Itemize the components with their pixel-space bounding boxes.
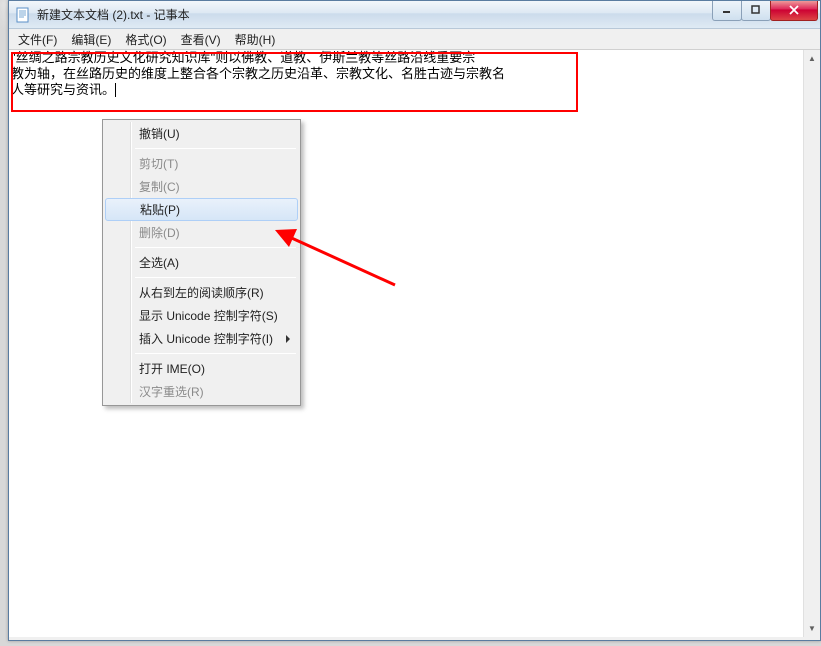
ctx-paste[interactable]: 粘贴(P) (105, 198, 298, 221)
ctx-paste-label: 粘贴(P) (140, 201, 180, 218)
ctx-reconvert[interactable]: 汉字重选(R) (105, 380, 298, 403)
submenu-arrow-icon (286, 335, 290, 343)
ctx-open-ime[interactable]: 打开 IME(O) (105, 357, 298, 380)
editor-text: "丝绸之路宗教历史文化研究知识库"则以佛教、道教、伊斯兰教等丝路沿线重要宗 教为… (11, 50, 505, 97)
ctx-rtl-reading-label: 从右到左的阅读顺序(R) (139, 284, 264, 301)
menubar: 文件(F) 编辑(E) 格式(O) 查看(V) 帮助(H) (9, 29, 820, 50)
ctx-open-ime-label: 打开 IME(O) (139, 360, 205, 377)
ctx-select-all-label: 全选(A) (139, 254, 179, 271)
vertical-scrollbar[interactable]: ▲ ▼ (803, 50, 820, 637)
menu-file[interactable]: 文件(F) (11, 29, 64, 50)
menu-format[interactable]: 格式(O) (118, 29, 173, 50)
text-caret (115, 83, 116, 97)
ctx-cut-label: 剪切(T) (139, 155, 178, 172)
ctx-insert-unicode-label: 插入 Unicode 控制字符(I) (139, 330, 273, 347)
window-buttons (713, 1, 818, 21)
ctx-rtl-reading[interactable]: 从右到左的阅读顺序(R) (105, 281, 298, 304)
ctx-separator (135, 277, 296, 278)
ctx-separator (135, 353, 296, 354)
ctx-reconvert-label: 汉字重选(R) (139, 383, 204, 400)
ctx-delete[interactable]: 删除(D) (105, 221, 298, 244)
window-title: 新建文本文档 (2).txt - 记事本 (37, 6, 713, 23)
ctx-separator (135, 148, 296, 149)
titlebar[interactable]: 新建文本文档 (2).txt - 记事本 (9, 1, 820, 29)
ctx-cut[interactable]: 剪切(T) (105, 152, 298, 175)
menu-help[interactable]: 帮助(H) (228, 29, 283, 50)
scroll-track[interactable] (804, 67, 820, 620)
ctx-undo-label: 撤销(U) (139, 125, 180, 142)
ctx-copy-label: 复制(C) (139, 178, 180, 195)
ctx-copy[interactable]: 复制(C) (105, 175, 298, 198)
minimize-button[interactable] (712, 1, 742, 21)
scroll-up-icon[interactable]: ▲ (804, 50, 820, 67)
menu-edit[interactable]: 编辑(E) (64, 29, 118, 50)
menu-view[interactable]: 查看(V) (174, 29, 228, 50)
ctx-delete-label: 删除(D) (139, 224, 180, 241)
scroll-down-icon[interactable]: ▼ (804, 620, 820, 637)
context-menu: 撤销(U) 剪切(T) 复制(C) 粘贴(P) 删除(D) 全选(A) 从右到左… (102, 119, 301, 406)
ctx-undo[interactable]: 撤销(U) (105, 122, 298, 145)
maximize-button[interactable] (741, 1, 771, 21)
ctx-select-all[interactable]: 全选(A) (105, 251, 298, 274)
ctx-insert-unicode[interactable]: 插入 Unicode 控制字符(I) (105, 327, 298, 350)
ctx-show-unicode-label: 显示 Unicode 控制字符(S) (139, 307, 278, 324)
close-button[interactable] (770, 1, 818, 21)
statusbar (9, 637, 820, 640)
notepad-icon (15, 7, 31, 23)
ctx-show-unicode[interactable]: 显示 Unicode 控制字符(S) (105, 304, 298, 327)
ctx-separator (135, 247, 296, 248)
